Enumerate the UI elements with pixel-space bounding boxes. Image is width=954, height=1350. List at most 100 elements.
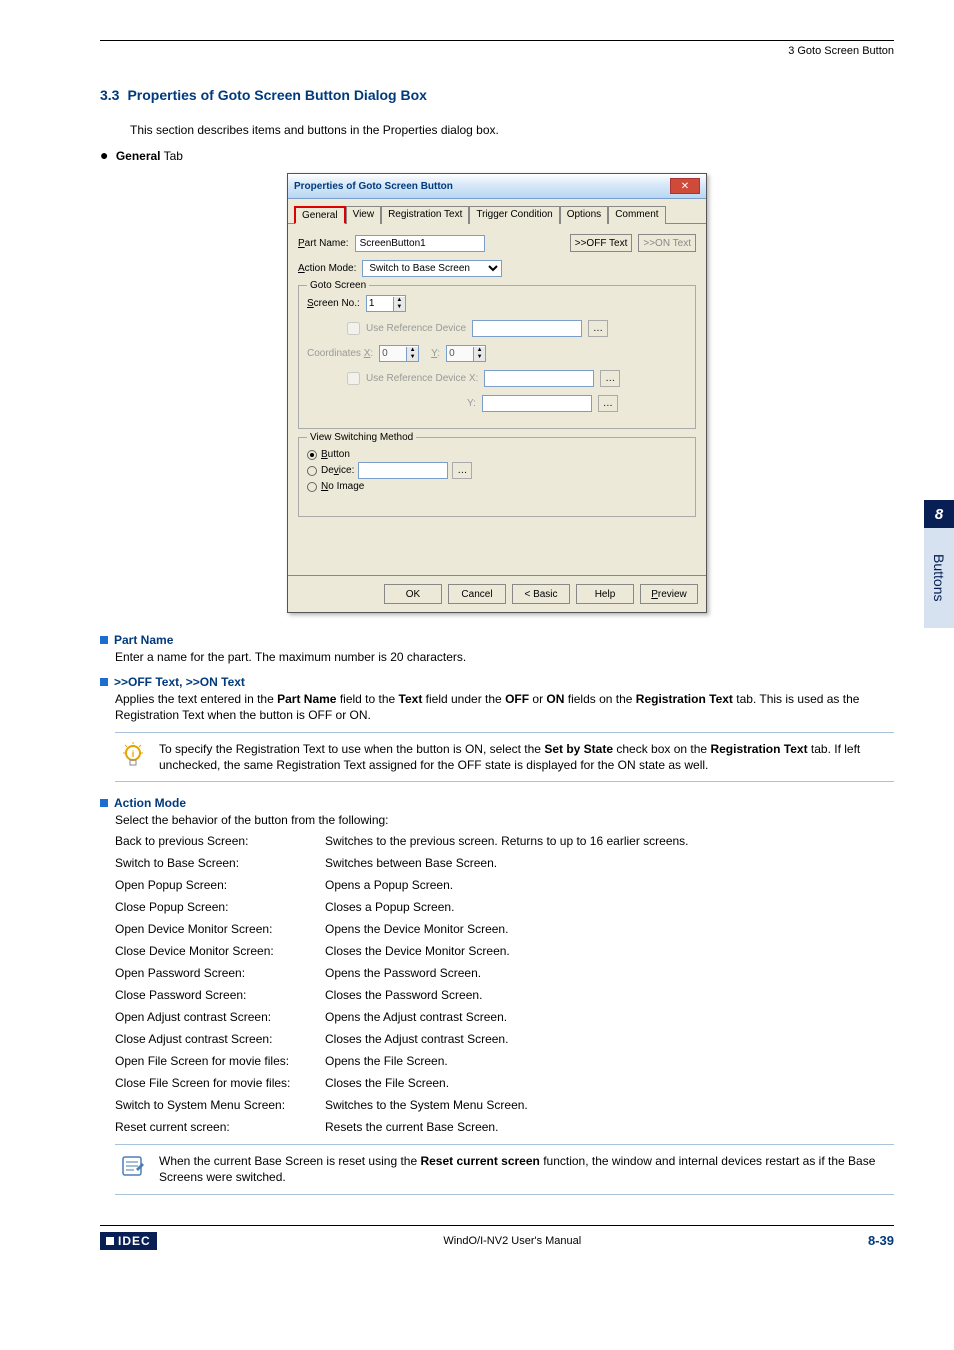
basic-button[interactable]: < Basic — [512, 584, 570, 604]
action-mode-select[interactable]: Switch to Base Screen — [362, 260, 502, 277]
action-mode-row: Open Password Screen:Opens the Password … — [115, 966, 894, 980]
action-mode-desc: Opens the File Screen. — [325, 1054, 894, 1068]
action-mode-label: Open Popup Screen: — [115, 878, 325, 892]
device-input — [358, 462, 448, 479]
section-number: 3.3 — [100, 87, 119, 103]
section-heading: 3.3 Properties of Goto Screen Button Dial… — [100, 87, 894, 103]
action-mode-row: Close Popup Screen:Closes a Popup Screen… — [115, 900, 894, 914]
dialog-tabs: General View Registration Text Trigger C… — [288, 199, 706, 224]
radio-icon[interactable] — [307, 450, 317, 460]
action-mode-row: Reset current screen:Resets the current … — [115, 1120, 894, 1134]
square-bullet-icon — [100, 636, 108, 644]
manual-title: WindO/I-NV2 User's Manual — [443, 1235, 581, 1247]
action-mode-desc: Opens the Adjust contrast Screen. — [325, 1010, 894, 1024]
close-icon[interactable]: ✕ — [670, 178, 700, 194]
radio-noimage-row[interactable]: No Image — [307, 481, 687, 492]
screen-no-input[interactable] — [367, 296, 393, 311]
chevron-down-icon[interactable]: ▼ — [393, 304, 405, 311]
action-mode-row: Close File Screen for movie files:Closes… — [115, 1076, 894, 1090]
logo-square-icon — [106, 1237, 114, 1245]
part-name-heading: Part Name — [114, 633, 173, 647]
chapter-label-tab: Buttons — [924, 528, 954, 628]
help-button[interactable]: Help — [576, 584, 634, 604]
goto-screen-group: Goto Screen Screen No.: ▲▼ Use Reference… — [298, 285, 696, 429]
ref-device-input — [472, 320, 582, 337]
screen-no-label: Screen No.: — [307, 298, 360, 309]
ok-button[interactable]: OK — [384, 584, 442, 604]
action-mode-row: Back to previous Screen:Switches to the … — [115, 834, 894, 848]
action-mode-row: Close Adjust contrast Screen:Closes the … — [115, 1032, 894, 1046]
action-mode-label: Close Device Monitor Screen: — [115, 944, 325, 958]
action-mode-label: Open Device Monitor Screen: — [115, 922, 325, 936]
dialog-title: Properties of Goto Screen Button — [294, 181, 453, 192]
tab-view[interactable]: View — [346, 206, 382, 224]
page-number: 8-39 — [868, 1233, 894, 1248]
tip-text: To specify the Registration Text to use … — [159, 741, 890, 773]
action-mode-row: Open Device Monitor Screen:Opens the Dev… — [115, 922, 894, 936]
action-mode-row: Open Popup Screen:Opens a Popup Screen. — [115, 878, 894, 892]
chapter-reference: 3 Goto Screen Button — [100, 45, 894, 57]
section-title: Properties of Goto Screen Button Dialog … — [127, 87, 426, 103]
action-mode-desc: Opens the Password Screen. — [325, 966, 894, 980]
action-mode-desc: Resets the current Base Screen. — [325, 1120, 894, 1134]
use-ref-device-x-label: Use Reference Device X: — [366, 373, 478, 384]
ellipsis-icon: … — [600, 370, 620, 387]
view-switching-legend: View Switching Method — [307, 432, 416, 443]
general-tab-heading: ● General Tab — [100, 147, 894, 163]
action-mode-desc: Closes the Device Monitor Screen. — [325, 944, 894, 958]
ellipsis-icon: … — [588, 320, 608, 337]
part-name-body: Enter a name for the part. The maximum n… — [115, 649, 894, 665]
chevron-up-icon[interactable]: ▲ — [393, 297, 405, 304]
action-mode-row: Close Password Screen:Closes the Passwor… — [115, 988, 894, 1002]
coord-y-label: Y: — [431, 348, 440, 359]
ellipsis-icon: … — [452, 462, 472, 479]
use-ref-device-label: Use Reference Device — [366, 323, 466, 334]
radio-button-label: Button — [321, 449, 350, 460]
lightbulb-icon: i — [119, 741, 147, 769]
svg-text:i: i — [132, 749, 135, 759]
action-mode-desc: Opens the Device Monitor Screen. — [325, 922, 894, 936]
radio-device-row[interactable]: Device: … — [307, 462, 687, 479]
radio-icon[interactable] — [307, 466, 317, 476]
action-mode-label: Reset current screen: — [115, 1120, 325, 1134]
coord-x-stepper: ▲▼ — [379, 345, 419, 362]
use-ref-device-checkbox — [347, 322, 360, 335]
radio-button-row[interactable]: Button — [307, 449, 687, 460]
screen-no-stepper[interactable]: ▲▼ — [366, 295, 406, 312]
cancel-button[interactable]: Cancel — [448, 584, 506, 604]
action-mode-label: Back to previous Screen: — [115, 834, 325, 848]
action-mode-desc: Opens a Popup Screen. — [325, 878, 894, 892]
tab-comment[interactable]: Comment — [608, 206, 665, 224]
off-text-button[interactable]: >>OFF Text — [570, 234, 633, 252]
action-mode-label: Close Password Screen: — [115, 988, 325, 1002]
notepad-icon — [119, 1153, 147, 1179]
tab-suffix: Tab — [161, 149, 183, 163]
use-ref-device-x-checkbox — [347, 372, 360, 385]
on-text-button[interactable]: >>ON Text — [638, 234, 696, 252]
action-mode-label: Open File Screen for movie files: — [115, 1054, 325, 1068]
tab-general[interactable]: General — [294, 206, 346, 224]
square-bullet-icon — [100, 799, 108, 807]
ref-device-y-input — [482, 395, 592, 412]
bullet-icon: ● — [100, 147, 108, 163]
action-mode-row: Switch to Base Screen:Switches between B… — [115, 856, 894, 870]
coord-x-input — [380, 346, 406, 361]
tab-registration-text[interactable]: Registration Text — [381, 206, 469, 224]
action-mode-desc: Switches to the System Menu Screen. — [325, 1098, 894, 1112]
preview-button[interactable]: Preview — [640, 584, 698, 604]
side-tab: 8 Buttons — [924, 500, 954, 628]
tab-options[interactable]: Options — [560, 206, 608, 224]
coord-y2-label: Y: — [467, 398, 476, 409]
tab-trigger-condition[interactable]: Trigger Condition — [469, 206, 559, 224]
action-mode-desc: Switches to the previous screen. Returns… — [325, 834, 894, 848]
action-mode-table: Back to previous Screen:Switches to the … — [115, 834, 894, 1134]
part-name-input[interactable] — [355, 235, 485, 252]
off-on-heading: >>OFF Text, >>ON Text — [114, 675, 245, 689]
action-mode-label: Open Adjust contrast Screen: — [115, 1010, 325, 1024]
info-text: When the current Base Screen is reset us… — [159, 1153, 890, 1185]
action-mode-label: Close Adjust contrast Screen: — [115, 1032, 325, 1046]
action-mode-label: Action Mode: — [298, 263, 356, 274]
action-mode-body: Select the behavior of the button from t… — [115, 812, 894, 828]
radio-icon[interactable] — [307, 482, 317, 492]
action-mode-label: Close Popup Screen: — [115, 900, 325, 914]
